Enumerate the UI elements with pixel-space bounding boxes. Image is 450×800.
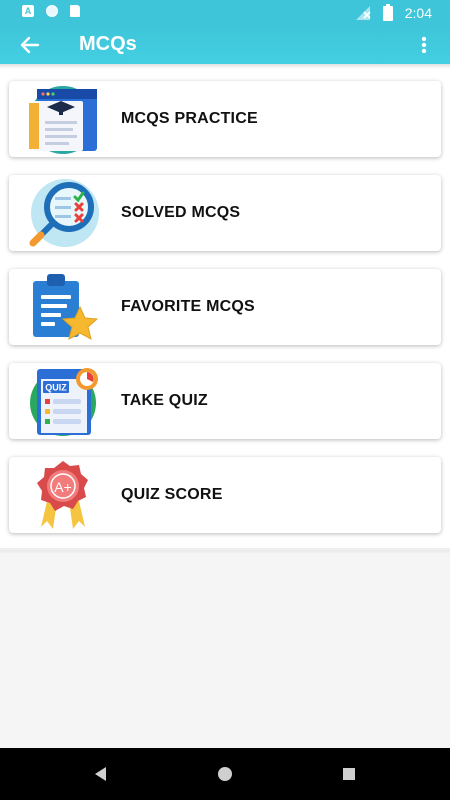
- menu-item-quiz-score[interactable]: A+ QUIZ SCORE: [9, 457, 441, 533]
- menu-item-label: QUIZ SCORE: [121, 486, 223, 503]
- no-signal-icon: [355, 5, 371, 20]
- more-options-icon[interactable]: [412, 30, 436, 60]
- solved-mcqs-icon: [29, 179, 99, 247]
- menu-item-favorite-mcqs[interactable]: FAVORITE MCQS: [9, 269, 441, 345]
- menu-item-label: TAKE QUIZ: [121, 392, 208, 409]
- score-icon-text: A+: [54, 479, 72, 495]
- menu-list: MCQS PRACTICE SOLVED MCQS FAVORITE MCQS …: [0, 64, 450, 550]
- take-quiz-icon: QUIZ: [30, 368, 98, 436]
- page-title: MCQs: [79, 33, 137, 55]
- nav-home-icon[interactable]: [213, 762, 237, 786]
- nav-recents-icon[interactable]: [337, 762, 361, 786]
- sd-card-icon: [70, 5, 80, 17]
- quiz-icon-text: QUIZ: [45, 383, 67, 393]
- menu-item-label: SOLVED MCQS: [121, 204, 241, 221]
- system-navigation-bar: [0, 748, 450, 800]
- menu-item-take-quiz[interactable]: QUIZ TAKE QUIZ: [9, 363, 441, 439]
- circle-notification-icon: [46, 5, 58, 17]
- menu-item-label: MCQS PRACTICE: [121, 110, 258, 127]
- back-arrow-icon[interactable]: [14, 30, 44, 60]
- list-divider: [0, 548, 450, 554]
- menu-item-solved-mcqs[interactable]: SOLVED MCQS: [9, 175, 441, 251]
- clock: 2:04: [404, 4, 432, 21]
- status-bar: A 2:04: [0, 0, 450, 26]
- favorite-mcqs-icon: [33, 274, 99, 340]
- mcqs-practice-icon: [29, 86, 97, 154]
- app-bar: MCQs: [0, 26, 450, 64]
- accessibility-notification-icon: A: [22, 5, 34, 17]
- app-bar-shadow: [0, 64, 450, 69]
- menu-item-label: FAVORITE MCQS: [121, 298, 255, 315]
- nav-back-icon[interactable]: [88, 762, 112, 786]
- battery-icon: [382, 4, 393, 21]
- menu-item-mcqs-practice[interactable]: MCQS PRACTICE: [9, 81, 441, 157]
- quiz-score-icon: A+: [37, 461, 88, 529]
